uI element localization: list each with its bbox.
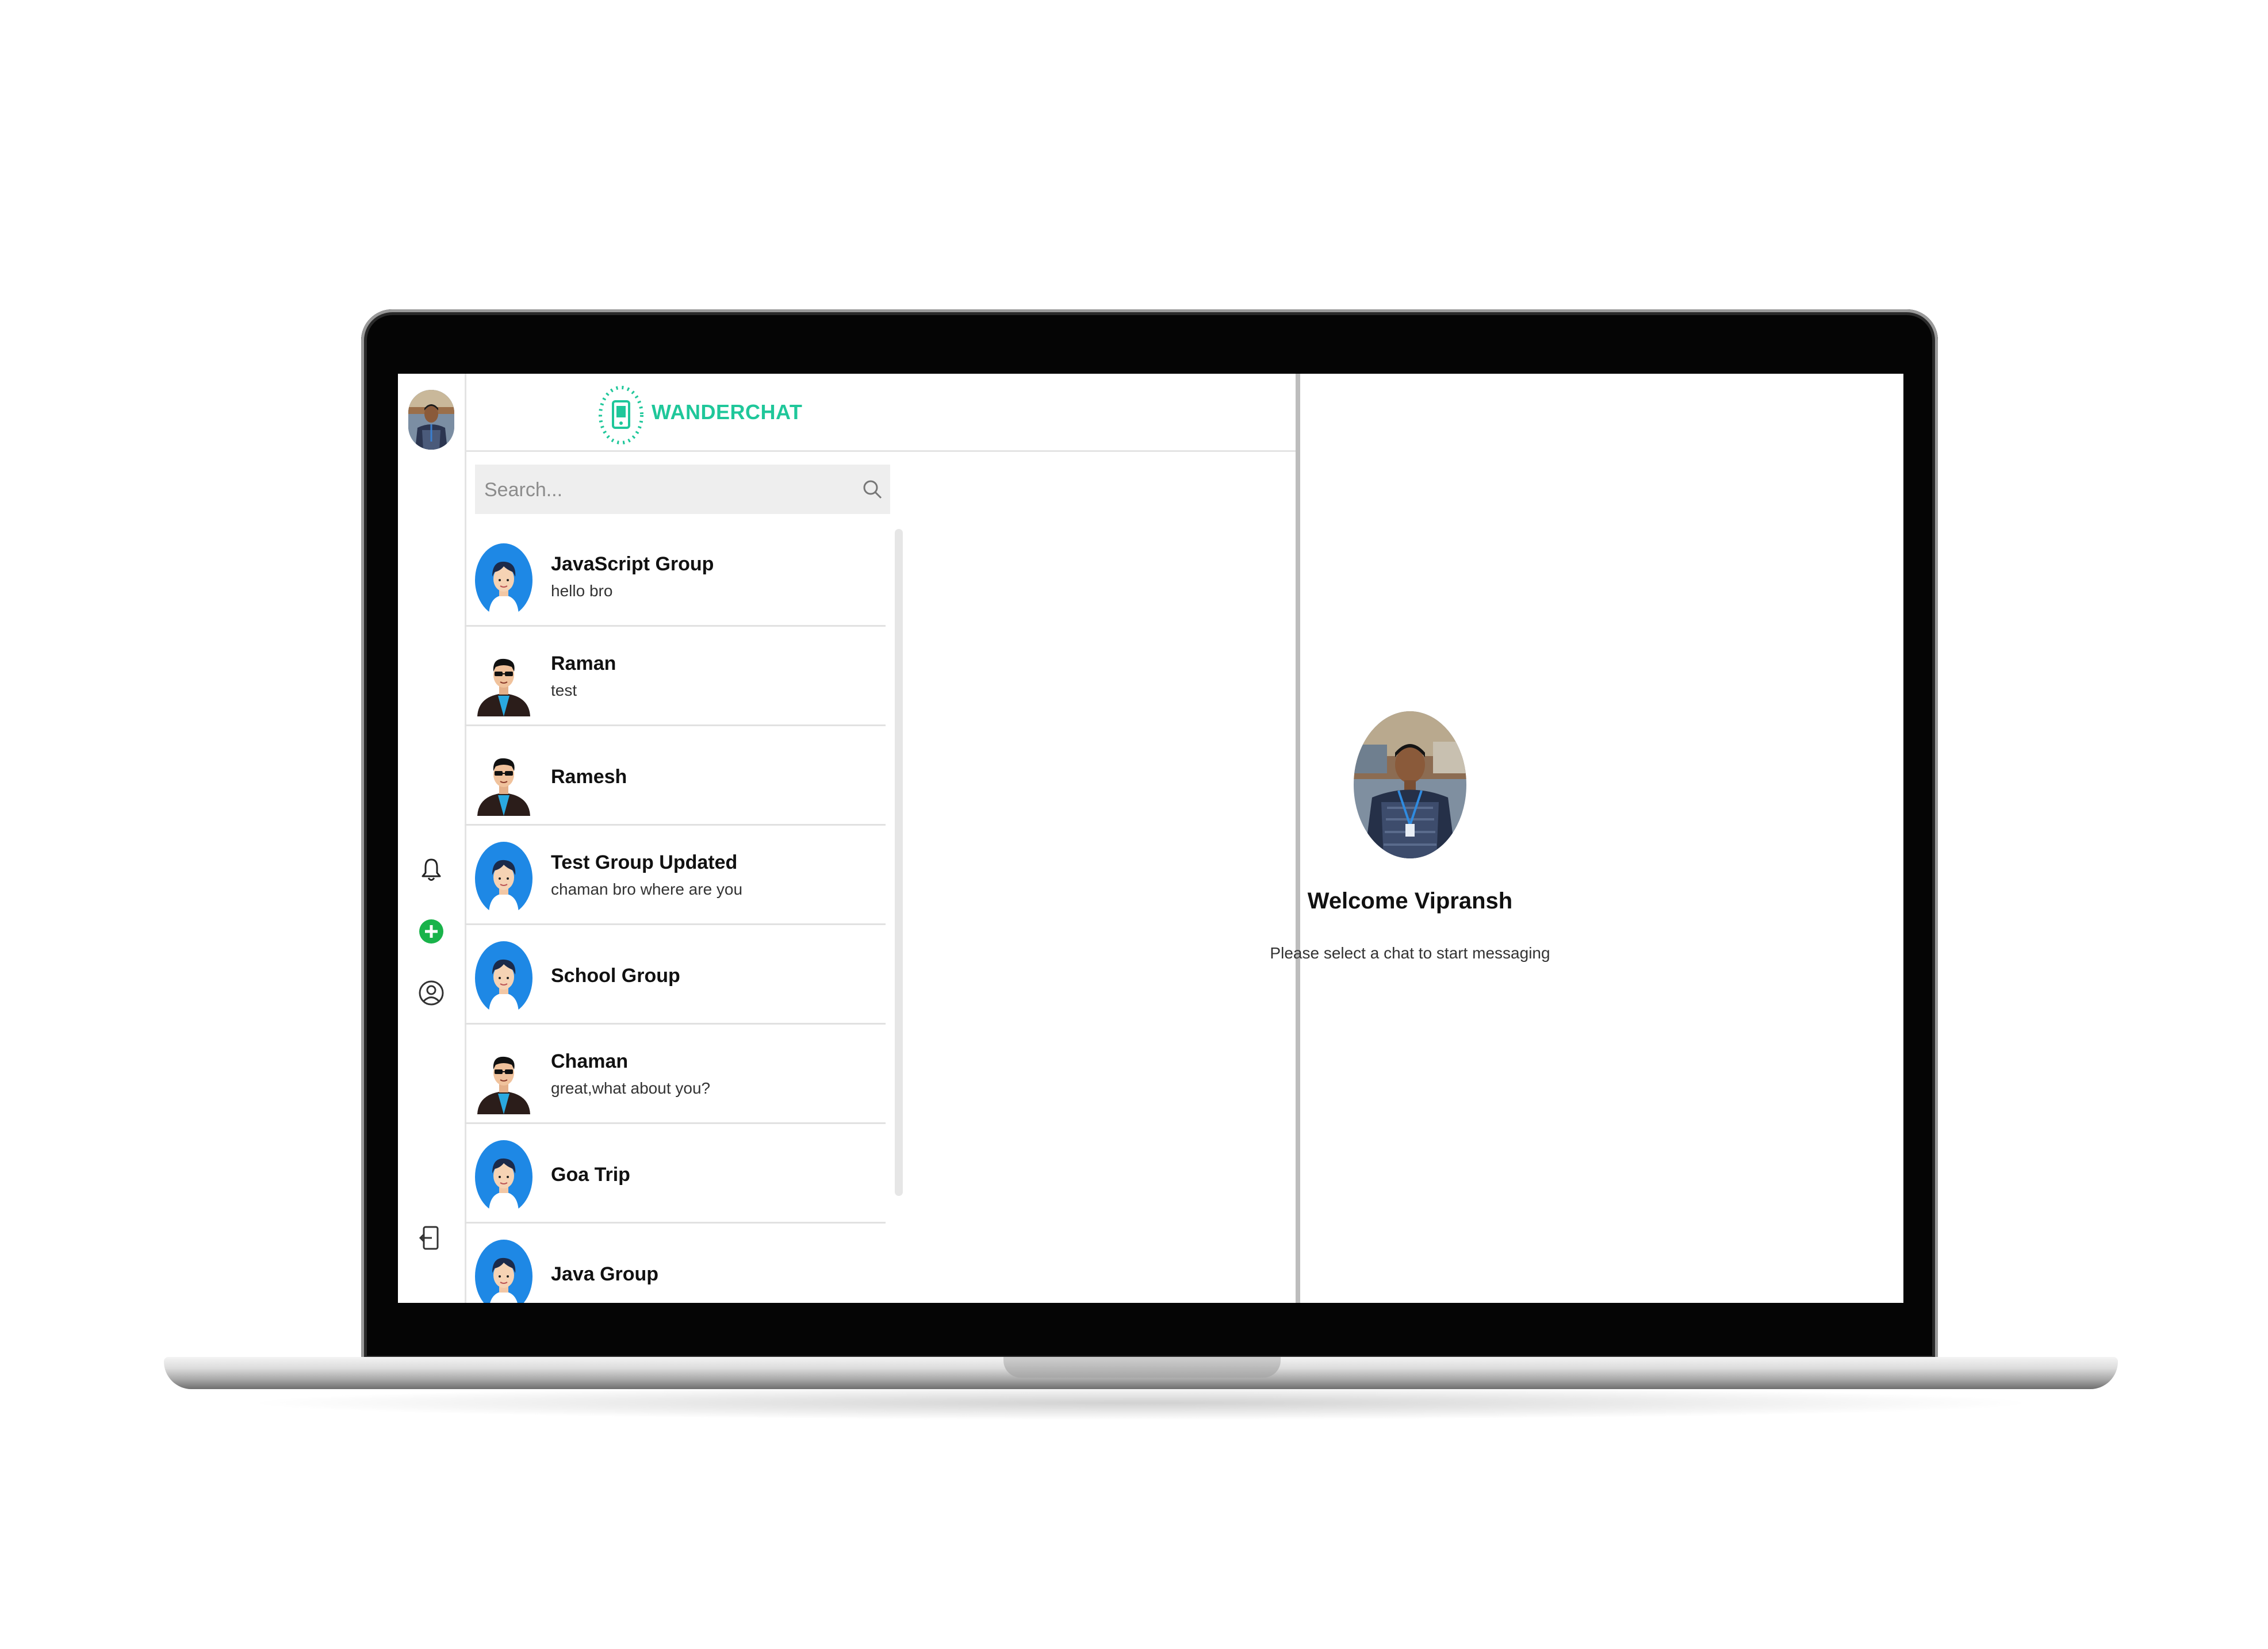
chat-name: Goa Trip (551, 1164, 630, 1186)
chat-name: Test Group Updated (551, 852, 738, 873)
chat-last-message: chaman bro where are you (551, 880, 743, 898)
group-avatar (475, 543, 532, 617)
chat-name: School Group (551, 965, 680, 987)
chat-list-panel: WANDERCHAT JavaScript Group hello bro Rama… (465, 374, 1300, 1303)
user-avatar (475, 742, 532, 816)
group-avatar (475, 1240, 532, 1303)
chat-list: JavaScript Group hello bro Raman test Ramesh… (465, 529, 886, 1303)
app-screen: WANDERCHAT JavaScript Group hello bro Rama… (398, 374, 1903, 1303)
laptop-notch (1003, 1357, 1281, 1378)
user-circle-icon[interactable] (418, 980, 445, 1006)
chat-list-item[interactable]: Goa Trip (465, 1126, 886, 1224)
app-header: WANDERCHAT (465, 374, 1296, 452)
search-input[interactable] (475, 465, 842, 515)
chat-list-item[interactable]: JavaScript Group hello bro (465, 529, 886, 627)
search-bar (475, 465, 890, 515)
chat-name: JavaScript Group (551, 553, 714, 575)
user-avatar (475, 1041, 532, 1114)
chat-list-item[interactable]: Test Group Updated chaman bro where are y… (465, 827, 886, 925)
plus-circle-icon[interactable] (418, 918, 445, 945)
chat-last-message: hello bro (551, 582, 613, 600)
chat-list-item[interactable]: Chaman great,what about you? (465, 1026, 886, 1124)
profile-avatar[interactable] (408, 390, 454, 450)
chat-list-scrollbar[interactable] (895, 529, 903, 1196)
wanderchat-logo-icon (599, 386, 643, 444)
chat-name: Chaman (551, 1050, 629, 1072)
welcome-hint: Please select a chat to start messaging (1270, 944, 1550, 962)
chat-list-item[interactable]: Java Group (465, 1225, 886, 1303)
bell-icon[interactable] (418, 857, 445, 883)
chat-name: Ramesh (551, 766, 627, 788)
chat-last-message: test (551, 681, 577, 699)
chat-last-message: great,what about you? (551, 1079, 711, 1097)
chat-list-item[interactable]: Ramesh (465, 728, 886, 826)
chat-list-item[interactable]: Raman test (465, 628, 886, 726)
group-avatar (475, 1140, 532, 1214)
group-avatar (475, 842, 532, 915)
icon-rail (398, 374, 465, 1303)
chat-list-item[interactable]: School Group (465, 927, 886, 1025)
welcome-heading: Welcome Vipransh (1307, 888, 1513, 914)
group-avatar (475, 941, 532, 1015)
logout-icon[interactable] (418, 1225, 445, 1251)
search-icon[interactable] (861, 478, 883, 500)
welcome-avatar (1354, 711, 1466, 858)
user-avatar (475, 643, 532, 716)
app-title: WANDERCHAT (652, 400, 803, 424)
laptop-shadow (242, 1386, 2040, 1420)
chat-name: Raman (551, 653, 616, 674)
chat-name: Java Group (551, 1263, 659, 1285)
